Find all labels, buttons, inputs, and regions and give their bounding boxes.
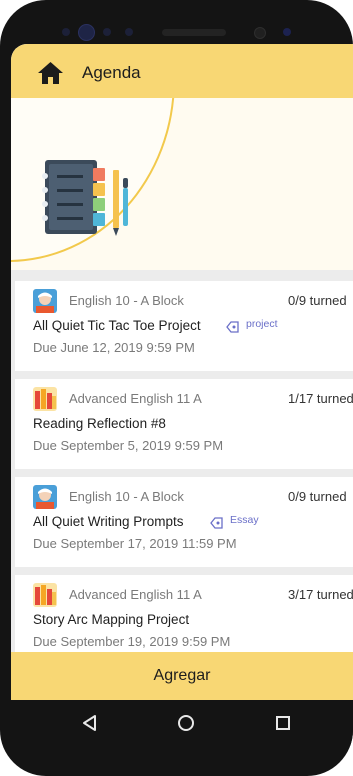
sensor-dot: [62, 28, 70, 36]
phone-top-bezel: [0, 0, 353, 44]
books-avatar-icon: [33, 583, 57, 607]
front-camera-icon: [78, 24, 95, 41]
assignment-card[interactable]: Advanced English 11 A 1/17 turned Readin…: [15, 379, 353, 469]
turned-in-count: 0/9 turned: [288, 489, 347, 504]
sensor-dot: [283, 28, 291, 36]
turned-in-count: 3/17 turned: [288, 587, 353, 602]
page-title: Agenda: [82, 63, 141, 82]
notebook-icon: [42, 160, 128, 236]
course-name: Advanced English 11 A: [69, 587, 202, 602]
due-date: Due September 5, 2019 9:59 PM: [33, 438, 224, 453]
teacher-avatar-icon: [33, 289, 57, 313]
turned-in-count: 1/17 turned: [288, 391, 353, 406]
assignment-title: All Quiet Writing Prompts: [33, 514, 184, 529]
assignment-title: Reading Reflection #8: [33, 416, 166, 431]
sensor-dot: [125, 28, 133, 36]
hero-banner: [11, 98, 353, 270]
app-screen: Agenda English 10 - A Block 0/9 turned A…: [11, 44, 353, 700]
due-date: Due September 19, 2019 9:59 PM: [33, 634, 231, 649]
home-icon[interactable]: [37, 61, 64, 85]
course-name: English 10 - A Block: [69, 489, 184, 504]
course-name: English 10 - A Block: [69, 293, 184, 308]
back-triangle-icon[interactable]: [78, 711, 102, 735]
sensor-dot: [103, 28, 111, 36]
tag-icon: [210, 517, 223, 529]
assignment-card[interactable]: English 10 - A Block 0/9 turned All Quie…: [15, 477, 353, 567]
home-circle-icon[interactable]: [174, 711, 198, 735]
android-nav-bar: [11, 700, 353, 746]
tag-icon: [226, 321, 239, 333]
add-button[interactable]: Agregar: [11, 652, 353, 700]
assignment-tag: project: [246, 318, 278, 330]
sensor-dot: [254, 27, 266, 39]
course-name: Advanced English 11 A: [69, 391, 202, 406]
add-button-label: Agregar: [153, 667, 211, 684]
assignment-title: All Quiet Tic Tac Toe Project: [33, 318, 201, 333]
assignment-list: English 10 - A Block 0/9 turned All Quie…: [11, 270, 353, 665]
app-header: Agenda: [11, 44, 353, 98]
assignment-tag: Essay: [230, 514, 259, 526]
assignment-card[interactable]: English 10 - A Block 0/9 turned All Quie…: [15, 281, 353, 371]
assignment-title: Story Arc Mapping Project: [33, 612, 190, 627]
due-date: Due June 12, 2019 9:59 PM: [33, 340, 195, 355]
books-avatar-icon: [33, 387, 57, 411]
phone-frame: Agenda English 10 - A Block 0/9 turned A…: [0, 0, 353, 776]
due-date: Due September 17, 2019 11:59 PM: [33, 536, 237, 551]
turned-in-count: 0/9 turned: [288, 293, 347, 308]
earpiece-speaker: [162, 29, 226, 36]
recents-square-icon[interactable]: [271, 711, 295, 735]
teacher-avatar-icon: [33, 485, 57, 509]
